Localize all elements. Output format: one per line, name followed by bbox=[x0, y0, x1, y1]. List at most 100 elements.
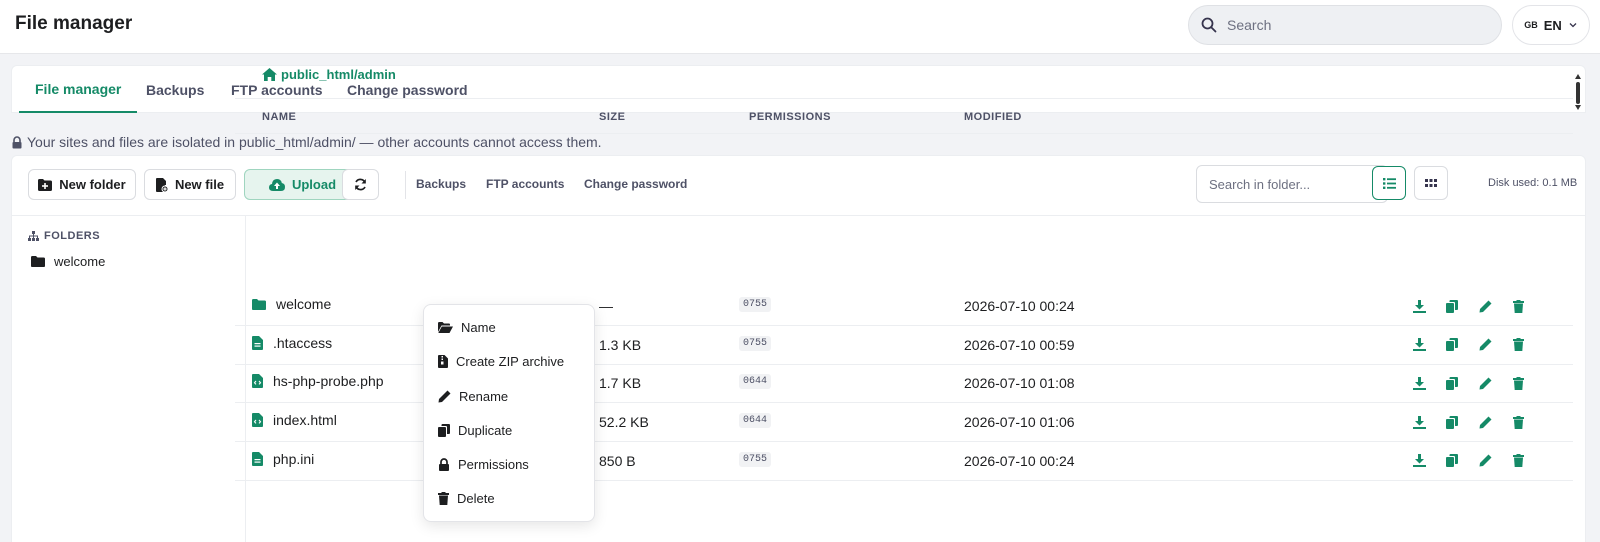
file-modified: 2026-07-10 00:59 bbox=[964, 336, 1075, 353]
column-header-name[interactable]: NAME bbox=[262, 111, 296, 123]
context-menu-label: Duplicate bbox=[458, 423, 513, 438]
download-icon bbox=[1412, 338, 1426, 352]
context-menu-item-rename[interactable]: Rename bbox=[438, 389, 508, 404]
new-folder-label: New folder bbox=[59, 177, 126, 192]
code-file-icon bbox=[252, 374, 263, 389]
tab-backups[interactable]: Backups bbox=[146, 66, 204, 113]
sidebar-item-welcome[interactable]: welcome bbox=[31, 254, 105, 269]
pencil-icon bbox=[1479, 416, 1492, 429]
delete-button[interactable] bbox=[1510, 414, 1526, 430]
folders-heading-label: FOLDERS bbox=[44, 230, 101, 242]
zip-file-icon bbox=[438, 355, 448, 368]
context-menu-item-delete[interactable]: Delete bbox=[438, 491, 495, 506]
file-name: welcome bbox=[276, 296, 332, 312]
download-icon bbox=[1412, 454, 1426, 468]
pencil-icon bbox=[438, 390, 451, 403]
file-name-cell[interactable]: hs-php-probe.php bbox=[252, 373, 384, 389]
pencil-icon bbox=[1479, 338, 1492, 351]
delete-button[interactable] bbox=[1510, 337, 1526, 353]
copy-icon bbox=[1446, 299, 1458, 313]
download-button[interactable] bbox=[1411, 453, 1427, 469]
pencil-icon bbox=[1479, 454, 1492, 467]
column-header-size[interactable]: SIZE bbox=[599, 111, 625, 123]
file-table-header: NAME SIZE PERMISSIONS MODIFIED bbox=[235, 98, 1573, 134]
permissions-badge[interactable]: 0755 bbox=[739, 297, 772, 312]
pencil-icon bbox=[1479, 377, 1492, 390]
sidebar-item-label: welcome bbox=[54, 254, 106, 269]
trash-icon bbox=[438, 492, 449, 505]
copy-button[interactable] bbox=[1444, 414, 1460, 430]
grid-view-button[interactable] bbox=[1414, 166, 1448, 200]
notice-text: Your sites and files are isolated in pub… bbox=[27, 134, 602, 150]
new-file-button[interactable]: New file bbox=[144, 169, 236, 200]
copy-icon bbox=[1446, 415, 1458, 429]
context-menu-label: Name bbox=[461, 320, 496, 335]
file-size: — bbox=[599, 298, 613, 314]
permissions-badge[interactable]: 0644 bbox=[739, 374, 772, 390]
copy-button[interactable] bbox=[1444, 298, 1460, 314]
trash-icon bbox=[1512, 338, 1524, 352]
list-view-button[interactable] bbox=[1372, 166, 1406, 200]
file-modified: 2026-07-10 00:24 bbox=[964, 298, 1075, 314]
upload-label: Upload bbox=[291, 177, 337, 192]
cloud-upload-icon bbox=[268, 178, 285, 191]
delete-button[interactable] bbox=[1510, 298, 1526, 314]
scrollbar[interactable] bbox=[1575, 74, 1581, 110]
context-menu: Name Create ZIP archive Rename Duplicate… bbox=[423, 304, 595, 522]
file-name-cell[interactable]: index.html bbox=[252, 412, 337, 428]
ftp-accounts-link[interactable]: FTP accounts bbox=[486, 177, 564, 191]
rename-button[interactable] bbox=[1477, 453, 1493, 469]
file-name: php.ini bbox=[273, 450, 315, 467]
copy-icon bbox=[1446, 338, 1458, 352]
download-button[interactable] bbox=[1411, 298, 1427, 314]
context-menu-item-permissions[interactable]: Permissions bbox=[438, 457, 529, 472]
download-button[interactable] bbox=[1411, 337, 1427, 353]
rename-button[interactable] bbox=[1477, 337, 1493, 353]
tab-file-manager[interactable]: File manager bbox=[19, 66, 138, 113]
search-input[interactable] bbox=[1227, 17, 1477, 33]
refresh-button[interactable] bbox=[342, 169, 379, 200]
file-name-cell[interactable]: .htaccess bbox=[252, 335, 332, 351]
download-button[interactable] bbox=[1411, 414, 1427, 430]
column-header-permissions[interactable]: PERMISSIONS bbox=[749, 111, 831, 123]
backups-link[interactable]: Backups bbox=[416, 177, 466, 191]
rename-button[interactable] bbox=[1477, 298, 1493, 314]
copy-button[interactable] bbox=[1444, 337, 1460, 353]
file-name-cell[interactable]: php.ini bbox=[252, 451, 314, 467]
delete-button[interactable] bbox=[1510, 375, 1526, 391]
global-search[interactable] bbox=[1188, 5, 1502, 45]
file-size: 1.3 KB bbox=[599, 336, 642, 353]
file-name-cell[interactable]: welcome bbox=[252, 296, 331, 312]
context-menu-label: Permissions bbox=[458, 457, 529, 472]
copy-button[interactable] bbox=[1444, 375, 1460, 391]
sitemap-icon bbox=[28, 231, 39, 241]
copy-button[interactable] bbox=[1444, 453, 1460, 469]
new-folder-button[interactable]: New folder bbox=[28, 169, 136, 200]
context-menu-item-name[interactable]: Name bbox=[438, 320, 496, 335]
folder-icon bbox=[31, 256, 45, 267]
lock-icon bbox=[11, 135, 23, 149]
permissions-badge[interactable]: 0755 bbox=[739, 335, 772, 351]
context-menu-item-zip[interactable]: Create ZIP archive bbox=[438, 354, 564, 369]
disk-usage: Disk used: 0.1 MB bbox=[1488, 177, 1578, 189]
context-menu-label: Rename bbox=[459, 389, 509, 404]
file-modified: 2026-07-10 01:08 bbox=[964, 375, 1075, 392]
column-header-modified[interactable]: MODIFIED bbox=[964, 111, 1022, 123]
language-code: EN bbox=[1543, 17, 1562, 33]
permissions-badge[interactable]: 0644 bbox=[739, 413, 772, 429]
change-password-link[interactable]: Change password bbox=[584, 177, 687, 191]
breadcrumb[interactable]: public_html/admin bbox=[262, 67, 396, 82]
app-title: File manager bbox=[15, 13, 133, 34]
download-button[interactable] bbox=[1411, 375, 1427, 391]
download-icon bbox=[1412, 415, 1426, 429]
isolation-notice: Your sites and files are isolated in pub… bbox=[11, 134, 602, 150]
permissions-badge[interactable]: 0755 bbox=[739, 451, 772, 467]
toolbar-divider bbox=[405, 171, 406, 199]
folder-search-input[interactable] bbox=[1196, 165, 1388, 203]
breadcrumb-path: public_html/admin bbox=[281, 67, 396, 82]
language-selector[interactable]: GB EN bbox=[1512, 5, 1590, 45]
rename-button[interactable] bbox=[1477, 414, 1493, 430]
delete-button[interactable] bbox=[1510, 453, 1526, 469]
context-menu-item-duplicate[interactable]: Duplicate bbox=[438, 423, 512, 438]
rename-button[interactable] bbox=[1477, 375, 1493, 391]
